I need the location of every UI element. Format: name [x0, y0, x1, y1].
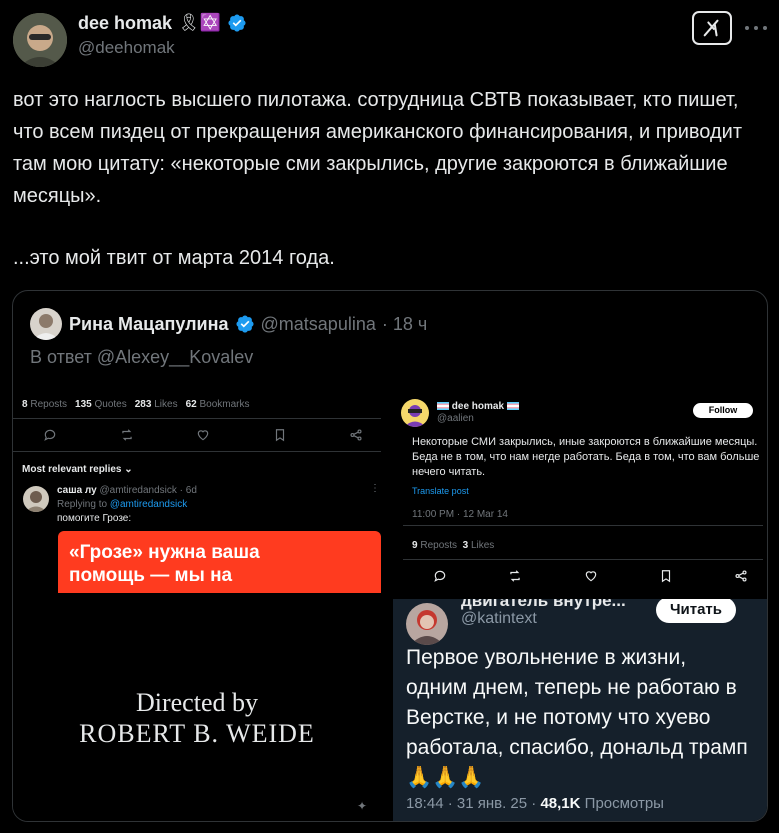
trans-flag-icon: [437, 402, 449, 411]
left-stats: 8 Reposts 135 Quotes 283 Likes 62 Bookma…: [22, 399, 250, 410]
quoted-name[interactable]: Рина Мацапулина: [69, 314, 229, 335]
chevron-down-icon: ⌄: [124, 464, 133, 475]
verified-badge-icon: [228, 14, 246, 32]
quoted-time: · 18 ч: [381, 313, 428, 334]
like-icon[interactable]: [584, 569, 598, 583]
quoted-avatar[interactable]: [30, 308, 62, 340]
grok-button[interactable]: [692, 11, 732, 45]
bottom-right-screenshot[interactable]: двигатель внутре... @katintext Читать Пе…: [393, 599, 767, 821]
reply-banner[interactable]: «Грозе» нужна ваша помощь — мы на грани: [58, 531, 381, 593]
old-tweet-name[interactable]: dee homak: [452, 401, 504, 412]
author-handle[interactable]: @deehomak: [78, 38, 175, 58]
tweet-text-second: ...это мой твит от марта 2014 года.: [13, 247, 335, 269]
author-name[interactable]: dee homak: [78, 13, 172, 34]
bookmark-icon[interactable]: [273, 428, 287, 442]
replying-to-link[interactable]: @amtiredandsick: [110, 499, 187, 510]
follow-button[interactable]: Follow: [693, 403, 753, 418]
repost-icon[interactable]: [508, 569, 522, 583]
old-tweet-handle[interactable]: @aalien: [437, 413, 474, 424]
sort-replies[interactable]: Most relevant replies ⌄: [22, 464, 133, 475]
credits-panel: Directed by ROBERT B. WEIDE ✦: [13, 603, 393, 821]
more-options-button[interactable]: [745, 18, 767, 38]
credits-line2: ROBERT B. WEIDE: [79, 719, 315, 748]
old-tweet-action-bar: [433, 569, 748, 583]
read-button[interactable]: Читать: [656, 599, 736, 623]
reply-more-icon[interactable]: ⋮: [370, 483, 380, 494]
more-dot-icon: [763, 26, 767, 30]
reply-icon[interactable]: [43, 428, 57, 442]
grok-icon: [703, 19, 719, 37]
reply-icon[interactable]: [433, 569, 447, 583]
katintext-meta: 18:44 · 31 янв. 25 · 48,1K Просмотры: [406, 795, 664, 812]
share-icon[interactable]: [349, 428, 363, 442]
tweet: dee homak 🎗✡️ @deehomak вот это наглость…: [0, 0, 779, 833]
tweet-text: вот это наглость высшего пилотажа. сотру…: [13, 89, 742, 207]
quoted-reply-to: В ответ @Alexey__Kovalev: [30, 347, 254, 367]
author-emoji: 🎗✡️: [178, 13, 221, 32]
credits-line1: Directed by: [135, 688, 258, 717]
quoted-handle[interactable]: @matsapulina: [261, 314, 376, 335]
right-screenshot[interactable]: dee homak @aalien Follow Некоторые СМИ з…: [393, 389, 767, 595]
more-dot-icon: [745, 26, 749, 30]
katintext-text: Первое увольнение в жизни, одним днем, т…: [406, 646, 748, 789]
like-icon[interactable]: [196, 428, 210, 442]
reply-handle[interactable]: @amtiredandsick · 6d: [99, 485, 196, 496]
old-tweet-stats: 9 Reposts 3 Likes: [412, 540, 495, 551]
reply-text: помогите Грозе:: [57, 513, 132, 524]
repost-icon[interactable]: [120, 428, 134, 442]
translate-link[interactable]: Translate post: [412, 486, 469, 496]
trans-flag-icon: [506, 402, 519, 411]
old-tweet-text: Некоторые СМИ закрылись, иные закроются …: [412, 436, 760, 478]
katintext-avatar[interactable]: [406, 603, 448, 645]
banner-text: «Грозе» нужна ваша помощь — мы на грани: [69, 542, 260, 593]
katintext-handle[interactable]: @katintext: [461, 610, 537, 628]
more-dot-icon: [754, 26, 758, 30]
bookmark-icon[interactable]: [659, 569, 673, 583]
left-action-bar: [43, 428, 363, 442]
author-avatar[interactable]: [13, 13, 67, 67]
verified-badge-icon: [235, 315, 254, 333]
quoted-tweet[interactable]: Рина Мацапулина @matsapulina · 18 ч В от…: [12, 290, 768, 822]
share-icon[interactable]: [734, 569, 748, 583]
sparkle-icon: ✦: [357, 799, 368, 813]
reply-name[interactable]: саша лу: [57, 485, 97, 496]
old-tweet-timestamp: 11:00 PM · 12 Mar 14: [412, 509, 508, 520]
left-screenshot[interactable]: 8 Reposts 135 Quotes 283 Likes 62 Bookma…: [13, 381, 381, 603]
reply-avatar[interactable]: [23, 486, 49, 512]
old-tweet-avatar[interactable]: [401, 399, 429, 427]
